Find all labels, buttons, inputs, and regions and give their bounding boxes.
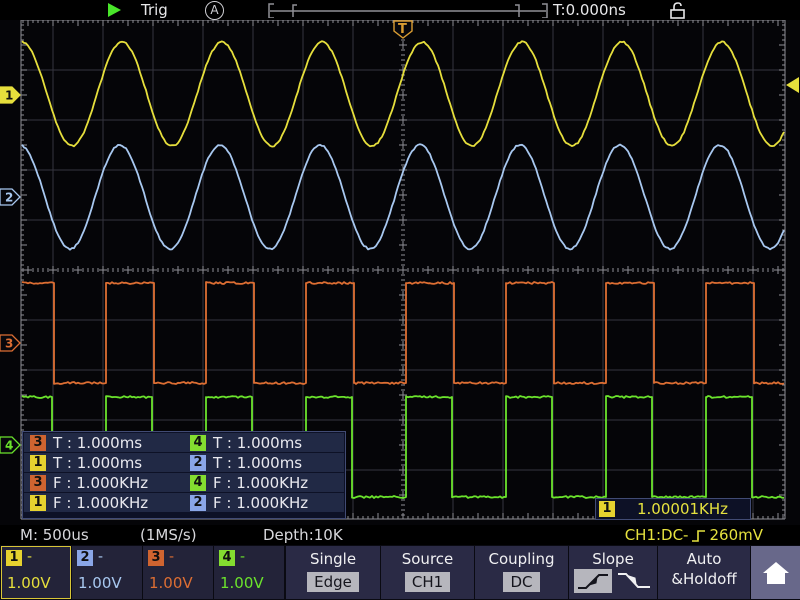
home-button[interactable] — [751, 546, 800, 599]
frequency-counter: 1 1.00001KHz — [595, 498, 751, 520]
measurement-row: 1T : 1.000ms 2T : 1.000ms — [24, 453, 344, 472]
horizontal-position-scale[interactable] — [262, 0, 554, 18]
rising-edge-icon — [691, 528, 706, 543]
ch4-badge: 4 — [219, 550, 235, 566]
ch3-badge: 3 — [148, 550, 164, 566]
menu-auto-holdoff-button[interactable]: Auto &Holdoff — [658, 546, 750, 599]
timebase-readout: M: 500us — [20, 526, 89, 544]
ch1-scale: 1.00V — [7, 574, 51, 592]
trigger-time-offset: T:0.000ns — [553, 1, 626, 19]
trig-label: Trig — [141, 1, 168, 19]
ch4-coupling: - — [240, 549, 245, 565]
ch3-scale: 1.00V — [149, 574, 193, 592]
measurement-row: 3F : 1.000KHz 4F : 1.000KHz — [24, 473, 344, 492]
unlocked-padlock-icon[interactable] — [668, 1, 688, 20]
memory-depth-readout: Depth:10K — [263, 526, 343, 544]
slope-edge-icons — [572, 568, 654, 594]
measurement-ch2-period: 2T : 1.000ms — [184, 453, 344, 472]
svg-text:1: 1 — [5, 89, 13, 103]
ch4-badge: 4 — [190, 435, 206, 451]
ch3-badge: 3 — [30, 475, 46, 491]
coupling-chip: DC — [503, 572, 539, 592]
trigger-readout: CH1:DC- 260mV — [625, 526, 763, 544]
trigger-level-value: 260mV — [709, 526, 763, 544]
measurement-panel: 3T : 1.000ms 4T : 1.000ms 1T : 1.000ms 2… — [22, 431, 346, 519]
ch2-badge: 2 — [190, 495, 206, 511]
sample-rate-readout: (1MS/s) — [140, 526, 197, 544]
channel-1-box[interactable]: 1 - 1.00V — [1, 546, 71, 599]
measurement-ch1-period: 1T : 1.000ms — [24, 453, 184, 472]
channel-4-box[interactable]: 4 - 1.00V — [214, 546, 284, 599]
svg-text:2: 2 — [5, 191, 13, 205]
ch1-badge: 1 — [30, 495, 46, 511]
source-chip: CH1 — [405, 572, 450, 592]
svg-text:T: T — [398, 22, 407, 37]
ch2-scale: 1.00V — [78, 574, 122, 592]
measurement-ch4-period: 4T : 1.000ms — [184, 433, 344, 452]
menu-slope-button[interactable]: Slope — [569, 546, 657, 599]
ch2-badge: 2 — [77, 550, 93, 566]
ch4-badge: 4 — [190, 475, 206, 491]
svg-text:4: 4 — [5, 439, 13, 453]
ch3-coupling: - — [169, 549, 174, 565]
measurement-row: 3T : 1.000ms 4T : 1.000ms — [24, 433, 344, 452]
measurement-ch3-frequency: 3F : 1.000KHz — [24, 473, 184, 492]
measurement-ch4-frequency: 4F : 1.000KHz — [184, 473, 344, 492]
bottom-menu-bar: 1 - 1.00V 2 - 1.00V 3 - 1.00V 4 - 1.00V … — [0, 545, 800, 600]
ch1-badge: 1 — [6, 550, 22, 566]
frequency-counter-value: 1.00001KHz — [637, 500, 728, 518]
measurement-ch2-frequency: 2F : 1.000KHz — [184, 493, 344, 512]
menu-coupling-button[interactable]: Coupling DC — [475, 546, 568, 599]
edge-chip: Edge — [307, 572, 359, 592]
menu-source-button[interactable]: Source CH1 — [381, 546, 474, 599]
auto-trigger-icon: A — [205, 1, 224, 20]
channel-2-box[interactable]: 2 - 1.00V — [72, 546, 142, 599]
run-play-icon[interactable] — [108, 3, 121, 17]
oscilloscope-screen: 1 2 3 4 T Trig A T:0.000ns 3T : 1.000ms 4T :… — [0, 0, 800, 600]
top-status-bar: Trig A T:0.000ns — [0, 0, 800, 20]
ch2-badge: 2 — [190, 455, 206, 471]
bottom-status-bar: M: 500us (1MS/s) Depth:10K CH1:DC- 260mV — [0, 525, 800, 545]
ch4-scale: 1.00V — [220, 574, 264, 592]
measurement-ch1-frequency: 1F : 1.000KHz — [24, 493, 184, 512]
home-icon — [761, 559, 791, 587]
measurement-ch3-period: 3T : 1.000ms — [24, 433, 184, 452]
ch1-coupling: - — [27, 549, 32, 565]
measurement-row: 1F : 1.000KHz 2F : 1.000KHz — [24, 493, 344, 512]
ch3-badge: 3 — [30, 435, 46, 451]
ch1-badge: 1 — [599, 501, 615, 517]
svg-text:3: 3 — [5, 337, 13, 351]
ch2-coupling: - — [98, 549, 103, 565]
trigger-source-coupling: CH1:DC- — [625, 526, 689, 544]
menu-single-edge-button[interactable]: Single Edge — [286, 546, 380, 599]
ch1-badge: 1 — [30, 455, 46, 471]
channel-3-box[interactable]: 3 - 1.00V — [143, 546, 213, 599]
